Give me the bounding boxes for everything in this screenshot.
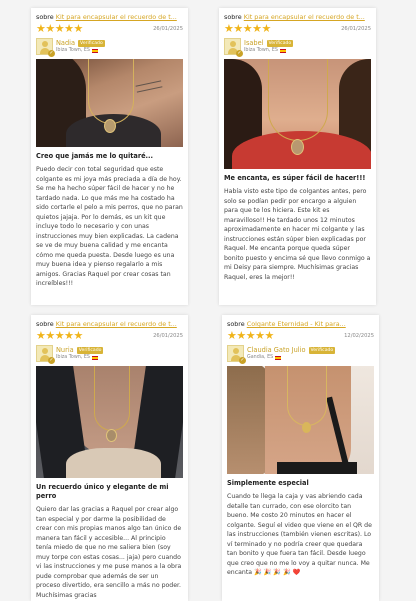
star-rating: ★★★★★ (224, 22, 271, 35)
review-photo[interactable] (36, 366, 183, 478)
review-date: 26/01/2025 (153, 332, 183, 339)
star-rating: ★★★★★ (36, 329, 83, 342)
review-card: sobre Kit para encapsular el recuerdo de… (31, 315, 188, 601)
reviewer-location: Ibiza Town, ES (56, 355, 103, 360)
review-body: Había visto este tipo de colgantes antes… (224, 188, 371, 281)
verified-check-icon: ✓ (239, 356, 246, 364)
user-avatar-icon: ✓ (36, 37, 55, 57)
review-date: 26/01/2025 (341, 25, 371, 32)
reviewer-info: ✓ Nuria Verificado Ibiza Town, ES (36, 343, 183, 364)
verified-badge: Verificado (266, 39, 294, 47)
review-card: sobre Kit para encapsular el recuerdo de… (219, 8, 376, 305)
review-title: Simplemente especial (227, 479, 309, 487)
review-title: Me encanta, es súper fácil de hacer!!! (224, 174, 366, 182)
reviewer-info: ✓ Claudia Gato Julio Verificado Gandia, … (227, 343, 374, 364)
reviewer-info: ✓ Isabel Verificado Ibiza Town, ES (224, 36, 371, 57)
star-rating: ★★★★★ (227, 329, 274, 342)
review-card: sobre Kit para encapsular el recuerdo de… (31, 8, 188, 305)
star-rating: ★★★★★ (36, 22, 83, 35)
review-product-line: sobre Colgante Eternidad - Kit para... (227, 320, 346, 328)
spain-flag-icon (279, 48, 286, 53)
verified-check-icon: ✓ (236, 49, 243, 57)
user-avatar-icon: ✓ (227, 344, 246, 364)
review-title: Un recuerdo único y elegante de mi perro (36, 483, 169, 500)
reviewer-name: Isabel (244, 39, 264, 47)
reviewer-info: ✓ Nadia Verificado Ibiza Town, ES (36, 36, 183, 57)
reviewer-name: Nadia (56, 39, 76, 47)
review-body: Puedo decir con total seguridad que este… (36, 166, 183, 287)
review-card: sobre Colgante Eternidad - Kit para... ★… (222, 315, 379, 601)
review-date: 12/02/2025 (344, 332, 374, 339)
spain-flag-icon (91, 355, 98, 360)
review-product-line: sobre Kit para encapsular el recuerdo de… (224, 13, 365, 21)
review-body: Quiero dar las gracias a Raquel por crea… (36, 506, 182, 599)
spain-flag-icon (275, 355, 282, 360)
reviewer-location: Ibiza Town, ES (56, 48, 105, 53)
review-photo[interactable] (227, 366, 374, 474)
reviewer-name: Nuria (56, 346, 74, 354)
product-link[interactable]: Kit para encapsular el recuerdo de t... (56, 320, 177, 328)
spain-flag-icon (91, 48, 98, 53)
reviewer-location: Gandia, ES (247, 355, 335, 360)
user-avatar-icon: ✓ (224, 37, 243, 57)
review-product-line: sobre Kit para encapsular el recuerdo de… (36, 320, 177, 328)
product-link[interactable]: Kit para encapsular el recuerdo de t... (244, 13, 365, 21)
product-link[interactable]: Colgante Eternidad - Kit para... (247, 320, 346, 328)
review-product-line: sobre Kit para encapsular el recuerdo de… (36, 13, 177, 21)
user-avatar-icon: ✓ (36, 344, 55, 364)
verified-check-icon: ✓ (48, 356, 55, 364)
product-link[interactable]: Kit para encapsular el recuerdo de t... (56, 13, 177, 21)
review-photo[interactable] (224, 59, 371, 169)
review-date: 26/01/2025 (153, 25, 183, 32)
verified-badge: Verificado (308, 346, 336, 354)
verified-badge: Verificado (78, 39, 105, 47)
review-body: Cuando te llega la caja y vas abriendo c… (227, 493, 372, 576)
reviewer-location: Ibiza Town, ES (244, 48, 293, 53)
verified-badge: Verificado (76, 346, 104, 354)
review-title: Creo que jamás me lo quitaré... (36, 152, 154, 160)
verified-check-icon: ✓ (48, 49, 55, 57)
review-photo[interactable] (36, 59, 183, 147)
reviewer-name: Claudia Gato Julio (247, 346, 306, 354)
